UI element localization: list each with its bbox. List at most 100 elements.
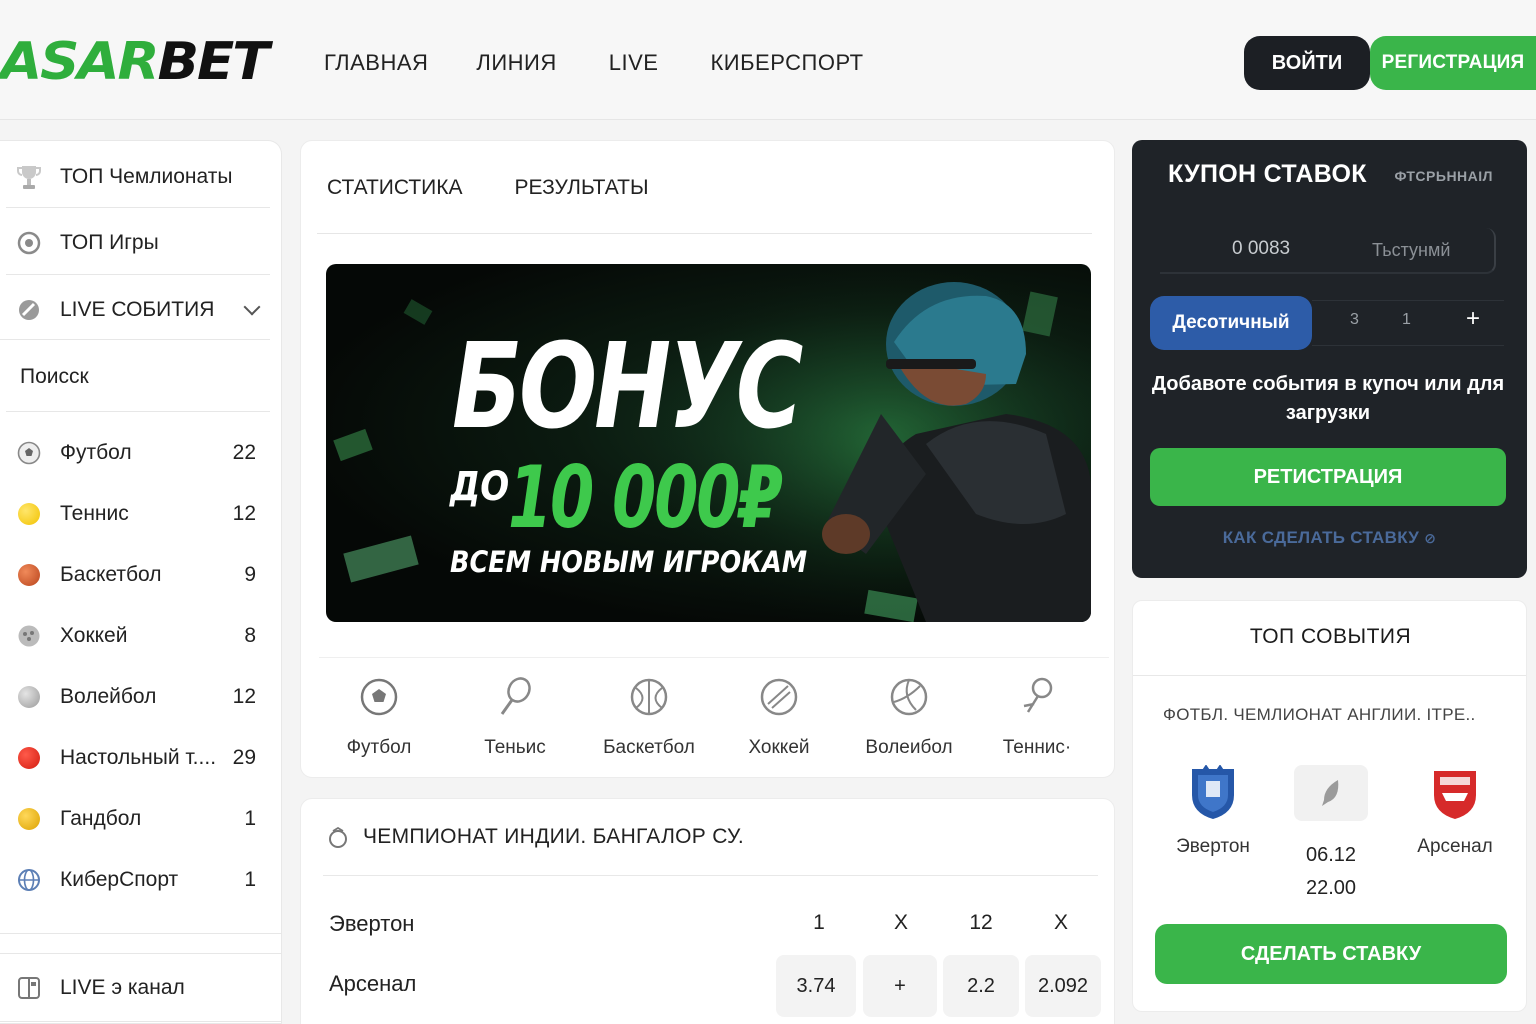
sidebar-item-label: LIVE СОБИТИЯ [60, 298, 215, 321]
sports-icons-strip: Футбол Теньис Баскетбол Хоккей Волеибол … [319, 657, 1109, 777]
divider [323, 875, 1098, 876]
banner-title: БОНУС [452, 317, 803, 455]
tennis-player-icon [1023, 677, 1053, 713]
tab-statistics[interactable]: СТАТИСТИКА [327, 171, 463, 205]
feather-icon [1322, 780, 1339, 806]
sport-count: 22 [232, 441, 256, 464]
tennis-racket-icon [500, 677, 531, 715]
strip-label: Теннис· [1002, 737, 1072, 758]
match-league-title[interactable]: ЧЕМПИОНАТ ИНДИИ. БАНГАЛОР СУ. [363, 825, 744, 849]
sidebar-item-top-games[interactable]: ТОП Игры [0, 225, 270, 261]
odd-button[interactable]: 2.2 [943, 955, 1019, 1017]
divider [6, 411, 270, 412]
strip-label: Теньис [484, 737, 546, 758]
odd-button[interactable]: + [863, 955, 937, 1017]
volleyball-icon [890, 678, 928, 716]
divider [0, 1021, 282, 1022]
logo-text-dark: BET [157, 32, 269, 92]
how-to-bet-link[interactable]: КАК СДЕЛАТЬ СТАВКУ ⊘ [1132, 528, 1527, 548]
strip-item-tennis[interactable]: Теньис [455, 676, 575, 759]
sport-count: 1 [244, 868, 256, 891]
sidebar-item-hockey[interactable]: Хоккей 8 [0, 618, 270, 654]
coupon-title: КУПОН СТАВОК [1168, 160, 1367, 188]
sidebar-item-label: ТОП Чемлионаты [60, 165, 233, 188]
volleyball-icon [16, 684, 42, 710]
top-event-team-home[interactable]: Эвертон [1153, 764, 1273, 858]
sports-sidebar: ТОП Чемлионаты ТОП Игры LIVE СОБИТИЯ Пои… [0, 140, 282, 1024]
coupon-tag[interactable]: ФТСРЬННАІЛ [1394, 168, 1493, 184]
logo-text-green: ASAR [0, 32, 160, 92]
main-nav: ГЛАВНАЯ ЛИНИЯ LIVE КИБЕРСПОРТ [324, 46, 864, 80]
top-event-league[interactable]: ФОТБЛ. ЧЕМЛИОНАТ АНГЛИИ. ІТРЕ.. [1163, 705, 1476, 725]
basketball-icon [16, 562, 42, 588]
strip-item-hockey[interactable]: Хоккей [719, 676, 839, 759]
odds-format-options: 3 1 + [1312, 300, 1504, 346]
login-button[interactable]: ВОЙТИ [1244, 36, 1370, 90]
trophy-icon [16, 164, 42, 190]
sidebar-item-volleyball[interactable]: Волейбол 12 [0, 679, 270, 715]
sidebar-item-basketball[interactable]: Баскетбол 9 [0, 557, 270, 593]
odds-option[interactable]: 3 [1350, 311, 1359, 329]
site-logo[interactable]: ASARBET [0, 32, 269, 92]
strip-item-volleyball[interactable]: Волеибол [849, 676, 969, 759]
league-ball-icon [329, 827, 347, 848]
nav-esports[interactable]: КИБЕРСПОРТ [710, 46, 863, 80]
sport-count: 29 [232, 746, 256, 769]
sidebar-item-tennis[interactable]: Теннис 12 [0, 496, 270, 532]
strip-label: Футбол [346, 737, 412, 758]
sidebar-item-esports[interactable]: КиберСпорт 1 [0, 862, 270, 898]
odds-option[interactable]: 1 [1402, 311, 1411, 329]
sidebar-item-table-tennis[interactable]: Настольный т.... 29 [0, 740, 270, 776]
register-button[interactable]: РЕГИСТРАЦИЯ [1370, 36, 1536, 90]
sidebar-item-live-events[interactable]: LIVE СОБИТИЯ [0, 292, 270, 328]
top-event-team-away[interactable]: Арсенал [1395, 765, 1515, 858]
sidebar-item-handball[interactable]: Гандбол 1 [0, 801, 270, 837]
sidebar-item-label: ТОП Игры [60, 231, 159, 254]
event-sport-icon-box [1294, 765, 1368, 821]
plus-icon[interactable]: + [1466, 305, 1480, 333]
top-event-center [1293, 765, 1369, 821]
place-bet-button[interactable]: СДЕЛАТЬ СТАВКУ [1155, 924, 1507, 984]
ball-icon [16, 230, 42, 256]
odds-format-button[interactable]: Десотичный [1150, 296, 1312, 350]
divider [0, 933, 282, 934]
sport-name: Футбол [60, 441, 132, 464]
hockey-icon [16, 623, 42, 649]
nav-live[interactable]: LIVE [609, 46, 659, 80]
sidebar-item-top-championships[interactable]: ТОП Чемлионаты [0, 159, 270, 195]
match-card: ЧЕМПИОНАТ ИНДИИ. БАНГАЛОР СУ. Эвертон Ар… [300, 798, 1115, 1024]
sport-count: 8 [244, 624, 256, 647]
odd-button[interactable]: 2.092 [1025, 955, 1101, 1017]
sport-name: КиберСпорт [60, 868, 179, 891]
top-event-datetime: 06.12 22.00 [1269, 839, 1393, 905]
coupon-empty-message: Добавоте события в купоч или для загрузк… [1151, 373, 1505, 424]
coupon-register-button[interactable]: РЕТИСТРАЦИЯ [1150, 448, 1506, 506]
banner-amount: 10 000₽ [508, 448, 783, 548]
team-name: Эвертон [1176, 836, 1250, 857]
sidebar-item-football[interactable]: Футбол 22 [0, 435, 270, 471]
sport-name: Гандбол [60, 807, 142, 830]
sport-name: Теннис [60, 502, 129, 525]
promo-banner[interactable]: БОНУС ДО 10 000₽ ВСЕМ НОВЫМ ИГРОКАМ [326, 264, 1091, 622]
nav-line[interactable]: ЛИНИЯ [476, 46, 556, 80]
strip-item-basketball[interactable]: Баскетбол [589, 676, 709, 759]
sport-count: 9 [244, 563, 256, 586]
nav-main[interactable]: ГЛАВНАЯ [324, 46, 428, 80]
odd-button[interactable]: 3.74 [776, 955, 856, 1017]
odd-header: X [1053, 911, 1068, 934]
sidebar-item-live-channel[interactable]: LIVE э канал [0, 970, 270, 1006]
sidebar-search[interactable]: Поисск [20, 365, 89, 389]
coupon-stake-input[interactable]: 0 0083 Тьстунмй [1160, 228, 1496, 274]
strip-item-tennis-2[interactable]: Теннис· [977, 676, 1097, 759]
match-team-home: Эвертон [329, 911, 415, 936]
odd-header: 12 [969, 911, 993, 934]
tv-channel-icon [16, 975, 42, 1001]
arsenal-crest-icon [1434, 771, 1476, 819]
strip-item-football[interactable]: Футбол [319, 676, 439, 759]
info-icon: ⊘ [1424, 530, 1437, 546]
tab-results[interactable]: РЕЗУЛЬТАТЫ [515, 171, 649, 205]
sidebar-item-label: LIVE э канал [60, 976, 185, 999]
event-time: 22.00 [1305, 877, 1357, 899]
chevron-down-icon[interactable] [243, 298, 261, 316]
divider [6, 207, 270, 208]
